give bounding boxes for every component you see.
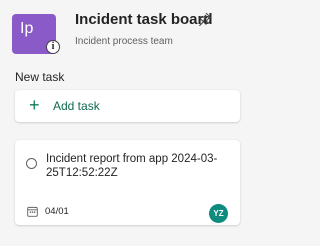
assignee-avatar[interactable]: YZ [209, 204, 228, 223]
board-avatar-initials: Ip [20, 20, 34, 37]
calendar-icon [27, 206, 38, 217]
section-label-new-task: New task [15, 70, 65, 84]
add-task-button[interactable]: + Add task [15, 90, 240, 122]
board-title: Incident task board [75, 11, 213, 28]
complete-task-radio[interactable] [26, 158, 37, 169]
add-task-label: Add task [53, 99, 100, 113]
plus-icon: + [29, 95, 40, 115]
board-header: Ip i Incident task board Incident proces… [0, 0, 252, 66]
info-icon[interactable]: i [46, 40, 60, 54]
pin-icon[interactable] [198, 12, 212, 26]
task-title[interactable]: Incident report from app 2024-03-25T12:5… [46, 152, 234, 180]
board-subtitle: Incident process team [75, 36, 173, 47]
task-due-date: 04/01 [45, 206, 69, 217]
task-card[interactable]: Incident report from app 2024-03-25T12:5… [15, 140, 240, 225]
